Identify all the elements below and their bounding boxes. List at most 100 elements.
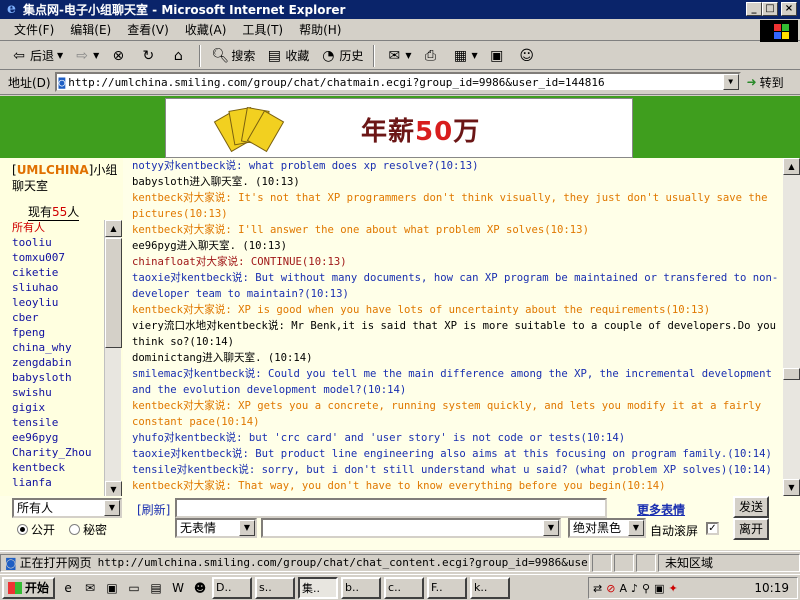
banner-title: 年薪50万 <box>361 111 480 148</box>
user-item[interactable]: lianfa <box>12 475 104 490</box>
refresh-button[interactable]: ↻ <box>135 44 163 68</box>
user-item[interactable]: ciketie <box>12 265 104 280</box>
user-item[interactable]: gigix <box>12 400 104 415</box>
chevron-down-icon[interactable]: ▼ <box>628 520 644 536</box>
chat-scrollbar[interactable]: ▲ ▼ <box>783 158 800 496</box>
address-input[interactable]: ◙ http://umlchina.smiling.com/group/chat… <box>54 72 741 92</box>
print-button[interactable]: ⎙ <box>418 44 446 68</box>
user-item[interactable]: china_why <box>12 340 104 355</box>
user-item[interactable]: swishu <box>12 385 104 400</box>
flashget-icon[interactable]: ✦ <box>668 582 677 595</box>
user-item[interactable]: tensile <box>12 415 104 430</box>
scroll-up-button[interactable]: ▲ <box>783 158 800 175</box>
edit-button[interactable]: ▦ ▼ <box>448 44 482 68</box>
user-item-all[interactable]: 所有人 <box>12 220 104 235</box>
antivirus-icon[interactable]: ⊘ <box>606 582 615 595</box>
chevron-down-icon[interactable]: ▼ <box>104 500 120 516</box>
network-icon[interactable]: ⇄ <box>593 582 602 595</box>
outlook-quicklaunch-icon[interactable]: ✉ <box>81 579 99 597</box>
scroll-up-button[interactable]: ▲ <box>105 220 122 237</box>
user-item[interactable]: tomxu007 <box>12 250 104 265</box>
user-item[interactable]: leoyliu <box>12 295 104 310</box>
task-button[interactable]: D.. <box>212 576 253 599</box>
task-button[interactable]: s.. <box>255 576 296 599</box>
chevron-down-icon: ▼ <box>57 51 64 60</box>
address-label: 地址(D) <box>8 75 51 90</box>
chevron-down-icon[interactable]: ▼ <box>543 520 559 536</box>
menu-edit[interactable]: 编辑(E) <box>70 21 111 38</box>
user-item[interactable]: zengdabin <box>12 355 104 370</box>
task-button-active[interactable]: 集.. <box>298 576 339 599</box>
discuss-icon: ▣ <box>490 47 504 64</box>
user-item[interactable]: kentbeck <box>12 460 104 475</box>
address-dropdown-button[interactable]: ▼ <box>722 74 739 90</box>
menu-tools[interactable]: 工具(T) <box>242 21 283 38</box>
user-item[interactable]: ee96pyg <box>12 430 104 445</box>
autoscroll-checkbox[interactable]: ✓ <box>706 522 719 535</box>
emote-select[interactable]: 无表情 ▼ <box>175 518 257 538</box>
task-button[interactable]: F.. <box>427 576 468 599</box>
search-button[interactable]: 🔍︎ 搜索 <box>207 44 259 68</box>
user-item[interactable]: Charity_Zhou <box>12 445 104 460</box>
private-radio[interactable] <box>69 524 81 535</box>
scroll-thumb[interactable] <box>783 368 800 380</box>
qq-quicklaunch-icon[interactable]: ☻ <box>191 579 209 597</box>
user-item[interactable]: cber <box>12 310 104 325</box>
close-button[interactable]: × <box>781 2 797 16</box>
ie-quicklaunch-icon[interactable]: e <box>59 579 77 597</box>
start-button[interactable]: 开始 <box>2 576 56 599</box>
action-select[interactable]: ▼ <box>261 518 561 538</box>
scroll-thumb[interactable] <box>105 238 122 348</box>
chat-message: smilemac对kentbeck说: Could you tell me th… <box>132 368 772 396</box>
maximize-button[interactable]: □ <box>762 2 778 16</box>
notepad-quicklaunch-icon[interactable]: ▤ <box>147 579 165 597</box>
minimize-button[interactable]: _ <box>746 2 762 16</box>
favorites-button[interactable]: ▤ 收藏 <box>261 44 313 68</box>
chevron-down-icon[interactable]: ▼ <box>239 520 255 536</box>
task-button[interactable]: b.. <box>341 576 382 599</box>
ad-banner[interactable]: 年薪50万 <box>165 98 633 158</box>
menu-help[interactable]: 帮助(H) <box>299 21 341 38</box>
ime-icon[interactable]: A <box>619 582 627 595</box>
go-button[interactable]: ➜ 转到 <box>747 74 784 91</box>
forward-button[interactable]: ⇨ ▼ <box>69 44 103 68</box>
user-item[interactable]: tooliu <box>12 235 104 250</box>
message-input[interactable] <box>175 498 607 518</box>
task-button[interactable]: k.. <box>470 576 511 599</box>
user-item[interactable]: sliuhao <box>12 280 104 295</box>
explorer-quicklaunch-icon[interactable]: ▣ <box>103 579 121 597</box>
messenger-button[interactable]: ☺ <box>514 44 542 68</box>
history-button[interactable]: ◔ 历史 <box>315 44 367 68</box>
more-emotes-link[interactable]: 更多表情 <box>637 501 685 518</box>
room-name[interactable]: UMLCHINA <box>17 163 89 177</box>
send-button[interactable]: 发送 <box>733 496 769 518</box>
menu-favorites[interactable]: 收藏(A) <box>185 21 227 38</box>
back-button[interactable]: ⇦ 后退 ▼ <box>6 44 67 68</box>
tray-app-icon[interactable]: ▣ <box>654 582 664 595</box>
user-item[interactable]: fpeng <box>12 325 104 340</box>
word-quicklaunch-icon[interactable]: W <box>169 579 187 597</box>
menu-view[interactable]: 查看(V) <box>127 21 169 38</box>
status-cell <box>614 553 634 572</box>
menu-file[interactable]: 文件(F) <box>14 21 54 38</box>
user-list-scrollbar[interactable]: ▲ ▼ <box>104 220 122 498</box>
security-zone: 未知区域 <box>658 553 800 572</box>
desktop-quicklaunch-icon[interactable]: ▭ <box>125 579 143 597</box>
stop-button[interactable]: ⊗ <box>105 44 133 68</box>
user-item[interactable]: babysloth <box>12 370 104 385</box>
volume-icon[interactable]: ♪ <box>631 582 638 595</box>
discuss-button[interactable]: ▣ <box>484 44 512 68</box>
leave-button[interactable]: 离开 <box>733 518 769 540</box>
target-user-select[interactable]: 所有人 ▼ <box>12 498 122 518</box>
task-button[interactable]: c.. <box>384 576 425 599</box>
mail-button[interactable]: ✉ ▼ <box>381 44 415 68</box>
chat-message: kentbeck对大家说: XP gets you a concrete, ru… <box>132 400 762 428</box>
mail-icon: ✉ <box>388 47 401 64</box>
home-button[interactable]: ⌂ <box>165 44 193 68</box>
scroll-down-button[interactable]: ▼ <box>783 479 800 496</box>
public-radio[interactable] <box>17 524 28 535</box>
color-select[interactable]: 绝对黑色 ▼ <box>568 518 646 538</box>
chat-message: tensile对kentbeck说: sorry, but i don't st… <box>132 464 772 476</box>
connection-icon[interactable]: ⚲ <box>642 582 650 595</box>
refresh-link[interactable]: [刷新] <box>137 501 170 518</box>
